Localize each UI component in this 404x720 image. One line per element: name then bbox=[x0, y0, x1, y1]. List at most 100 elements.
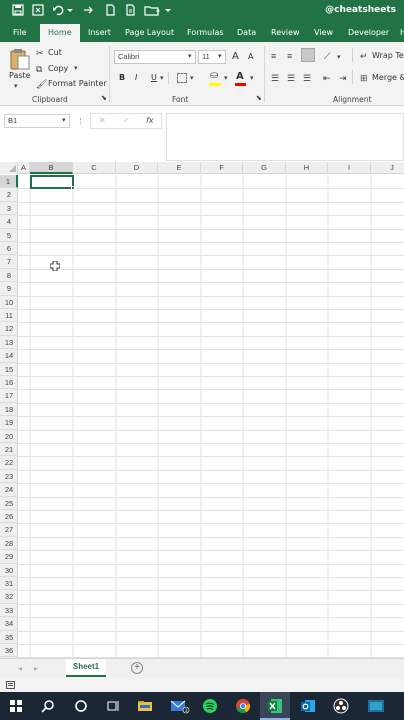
borders-icon[interactable] bbox=[177, 73, 187, 83]
tab-data[interactable]: Data bbox=[237, 24, 256, 42]
paste-icon[interactable] bbox=[9, 47, 31, 71]
row-header[interactable]: 3 bbox=[0, 202, 18, 216]
font-color-dropdown-icon[interactable]: ▾ bbox=[250, 74, 254, 84]
row-header[interactable]: 19 bbox=[0, 416, 18, 430]
row-header[interactable]: 26 bbox=[0, 510, 18, 524]
column-header-b[interactable]: B bbox=[30, 162, 73, 174]
row-header[interactable]: 33 bbox=[0, 604, 18, 618]
column-header-g[interactable]: G bbox=[243, 162, 286, 174]
clipboard-launcher-icon[interactable]: ⬊ bbox=[101, 94, 107, 104]
row-header[interactable]: 25 bbox=[0, 497, 18, 510]
undo-icon[interactable] bbox=[52, 4, 66, 18]
tab-developer[interactable]: Developer bbox=[348, 24, 389, 42]
row-header[interactable]: 34 bbox=[0, 617, 18, 631]
spotify-icon[interactable] bbox=[202, 698, 218, 714]
cancel-icon[interactable]: ✕ bbox=[99, 116, 106, 125]
undo-dropdown-icon[interactable] bbox=[66, 4, 74, 18]
align-left-icon[interactable]: ☰ bbox=[271, 73, 279, 83]
paste-dropdown-icon[interactable]: ▾ bbox=[14, 82, 18, 92]
row-header[interactable]: 4 bbox=[0, 215, 18, 229]
scroll-sheets-right-icon[interactable]: ▸ bbox=[34, 664, 38, 674]
align-middle-icon[interactable]: ≡ bbox=[287, 51, 292, 61]
column-header-j[interactable]: J bbox=[371, 162, 404, 174]
task-view-icon[interactable] bbox=[105, 698, 121, 714]
orientation-icon[interactable]: ⟋ bbox=[324, 51, 330, 61]
row-header[interactable]: 35 bbox=[0, 631, 18, 644]
row-header[interactable]: 27 bbox=[0, 523, 18, 537]
tab-file[interactable]: File bbox=[13, 24, 26, 42]
align-top-icon[interactable]: ≡ bbox=[271, 51, 276, 61]
row-header[interactable]: 22 bbox=[0, 456, 18, 470]
file-explorer-icon[interactable] bbox=[137, 698, 153, 714]
search-icon[interactable] bbox=[40, 698, 56, 714]
row-header[interactable]: 14 bbox=[0, 349, 18, 363]
column-header-f[interactable]: F bbox=[201, 162, 243, 174]
outlook-icon[interactable] bbox=[300, 698, 316, 714]
row-header[interactable]: 17 bbox=[0, 389, 18, 403]
tab-help[interactable]: H bbox=[400, 24, 404, 42]
fill-color-dropdown-icon[interactable]: ▾ bbox=[224, 74, 228, 84]
increase-font-size-button[interactable]: A bbox=[232, 51, 239, 62]
mail-icon[interactable]: 3 bbox=[170, 698, 190, 714]
format-painter-icon[interactable]: 🖌 bbox=[36, 79, 47, 89]
font-launcher-icon[interactable]: ⬊ bbox=[256, 94, 262, 104]
excel-taskbar-button[interactable] bbox=[260, 692, 290, 720]
row-header[interactable]: 11 bbox=[0, 309, 18, 323]
name-box[interactable]: B1 bbox=[4, 114, 70, 128]
font-name-dropdown-icon[interactable]: ▾ bbox=[188, 52, 192, 62]
column-header-a[interactable]: A bbox=[18, 162, 30, 174]
tab-review[interactable]: Review bbox=[271, 24, 300, 42]
column-header-c[interactable]: C bbox=[73, 162, 116, 174]
tab-view[interactable]: View bbox=[314, 24, 333, 42]
row-header[interactable]: 24 bbox=[0, 483, 18, 497]
select-all-button[interactable] bbox=[0, 162, 18, 174]
row-header[interactable]: 16 bbox=[0, 376, 18, 390]
windows-start-icon[interactable] bbox=[8, 698, 24, 714]
font-size-dropdown-icon[interactable]: ▾ bbox=[218, 52, 222, 62]
align-center-icon[interactable]: ☰ bbox=[287, 73, 295, 83]
italic-button[interactable]: I bbox=[135, 73, 137, 82]
orientation-dropdown-icon[interactable]: ▾ bbox=[337, 53, 341, 63]
row-header[interactable]: 13 bbox=[0, 336, 18, 350]
row-header[interactable]: 8 bbox=[0, 269, 18, 283]
increase-indent-icon[interactable]: ⇥ bbox=[339, 73, 347, 83]
decrease-font-size-button[interactable]: A bbox=[248, 52, 253, 61]
decrease-indent-icon[interactable]: ⇤ bbox=[323, 73, 331, 83]
column-header-d[interactable]: D bbox=[116, 162, 158, 174]
macro-record-icon[interactable] bbox=[6, 681, 15, 689]
row-header[interactable]: 29 bbox=[0, 550, 18, 564]
borders-dropdown-icon[interactable]: ▾ bbox=[190, 74, 194, 84]
row-header[interactable]: 18 bbox=[0, 403, 18, 417]
row-header[interactable]: 15 bbox=[0, 363, 18, 376]
column-header-h[interactable]: H bbox=[286, 162, 328, 174]
chrome-icon[interactable] bbox=[235, 698, 251, 714]
tab-formulas[interactable]: Formulas bbox=[187, 24, 224, 42]
wrap-text-button[interactable]: Wrap Tex bbox=[372, 51, 404, 60]
row-header[interactable]: 2 bbox=[0, 188, 18, 202]
sheet-tab-sheet1[interactable]: Sheet1 bbox=[66, 659, 106, 677]
paste-button[interactable]: Paste bbox=[9, 71, 31, 80]
cut-button[interactable]: Cut bbox=[48, 48, 62, 57]
app-window-icon[interactable] bbox=[366, 698, 386, 714]
row-header[interactable]: 28 bbox=[0, 537, 18, 551]
row-header[interactable]: 6 bbox=[0, 242, 18, 256]
row-header[interactable]: 10 bbox=[0, 296, 18, 309]
enter-icon[interactable]: ✓ bbox=[123, 116, 130, 125]
row-header[interactable]: 7 bbox=[0, 255, 18, 269]
font-color-button[interactable]: A bbox=[236, 71, 244, 82]
row-header[interactable]: 9 bbox=[0, 282, 18, 296]
wrap-text-icon[interactable]: ↵ bbox=[360, 51, 368, 61]
row-header[interactable]: 23 bbox=[0, 470, 18, 484]
formula-input[interactable] bbox=[166, 113, 404, 161]
row-header[interactable]: 31 bbox=[0, 577, 18, 591]
row-header[interactable]: 20 bbox=[0, 430, 18, 443]
autosave-icon[interactable] bbox=[32, 4, 46, 18]
underline-button[interactable]: U bbox=[151, 73, 157, 82]
fill-handle[interactable] bbox=[71, 186, 75, 190]
tab-home[interactable]: Home bbox=[40, 24, 80, 42]
merge-center-icon[interactable]: ⊞ bbox=[360, 73, 368, 83]
row-header[interactable]: 30 bbox=[0, 564, 18, 577]
row-header[interactable]: 32 bbox=[0, 590, 18, 604]
bold-button[interactable]: B bbox=[119, 73, 125, 82]
new-file-icon[interactable] bbox=[104, 4, 118, 18]
